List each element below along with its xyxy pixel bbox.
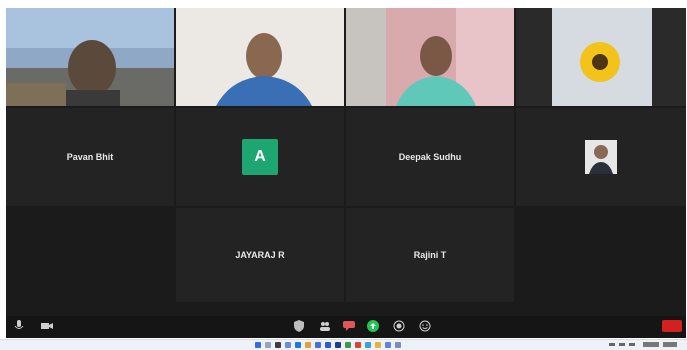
smiley-icon: [419, 320, 431, 332]
os-taskbar: [0, 339, 687, 350]
edge-browser-icon[interactable]: [295, 342, 301, 348]
end-meeting-button[interactable]: [662, 320, 682, 332]
meeting-window: Pavan Bhit A Deepak Sudhu JAYARAJ R Raji…: [0, 0, 687, 350]
video-tile-4[interactable]: [516, 8, 686, 106]
participant-tile-9[interactable]: JAYARAJ R: [176, 208, 344, 302]
powerpoint-icon[interactable]: [355, 342, 361, 348]
participant-name: Rajini T: [413, 250, 447, 260]
participant-video-4: [552, 8, 652, 106]
reactions-button[interactable]: [418, 319, 432, 333]
meeting-controls: [6, 316, 686, 338]
video-tile-2[interactable]: [176, 8, 344, 106]
participant-name: Pavan Bhit: [66, 152, 114, 162]
video-grid: Pavan Bhit A Deepak Sudhu JAYARAJ R Raji…: [6, 8, 686, 338]
chat-button[interactable]: [342, 319, 356, 333]
folder-icon[interactable]: [375, 342, 381, 348]
participant-tile-10[interactable]: Rajini T: [346, 208, 514, 302]
security-button[interactable]: [292, 319, 306, 333]
task-view-icon[interactable]: [275, 342, 281, 348]
video-tile-1[interactable]: [6, 8, 174, 106]
start-icon[interactable]: [255, 342, 261, 348]
participant-tile-7[interactable]: Deepak Sudhu: [346, 108, 514, 206]
search-icon[interactable]: [265, 342, 271, 348]
browser-icon[interactable]: [365, 342, 371, 348]
shield-icon: [294, 320, 304, 332]
video-button[interactable]: [40, 319, 54, 333]
profile-photo-icon: [585, 140, 617, 174]
participant-video-3: [346, 8, 514, 106]
store-icon[interactable]: [315, 342, 321, 348]
mute-button[interactable]: [12, 319, 26, 333]
file-explorer-icon[interactable]: [305, 342, 311, 348]
participant-video-1: [6, 8, 174, 106]
record-icon: [393, 320, 405, 332]
participant-name: JAYARAJ R: [235, 250, 285, 260]
app-icon[interactable]: [395, 342, 401, 348]
zoom-app-icon[interactable]: [325, 342, 331, 348]
widgets-icon[interactable]: [285, 342, 291, 348]
participant-name: Deepak Sudhu: [398, 152, 462, 162]
camera-icon: [41, 323, 53, 329]
excel-icon[interactable]: [345, 342, 351, 348]
chat-icon: [343, 321, 355, 331]
participants-button[interactable]: [318, 319, 332, 333]
tray-icons: [609, 342, 677, 347]
participant-tile-6[interactable]: A: [176, 108, 344, 206]
app-icon[interactable]: [385, 342, 391, 348]
participants-icon: [320, 322, 330, 331]
microphone-icon: [14, 320, 24, 329]
avatar: [585, 140, 617, 174]
record-button[interactable]: [392, 319, 406, 333]
word-icon[interactable]: [335, 342, 341, 348]
video-tile-3[interactable]: [346, 8, 514, 106]
avatar: A: [242, 139, 278, 175]
share-screen-icon: [367, 320, 379, 332]
participant-tile-8[interactable]: [516, 108, 686, 206]
share-screen-button[interactable]: [366, 319, 380, 333]
participant-video-2: [176, 8, 344, 106]
participant-tile-5[interactable]: Pavan Bhit: [6, 108, 174, 206]
